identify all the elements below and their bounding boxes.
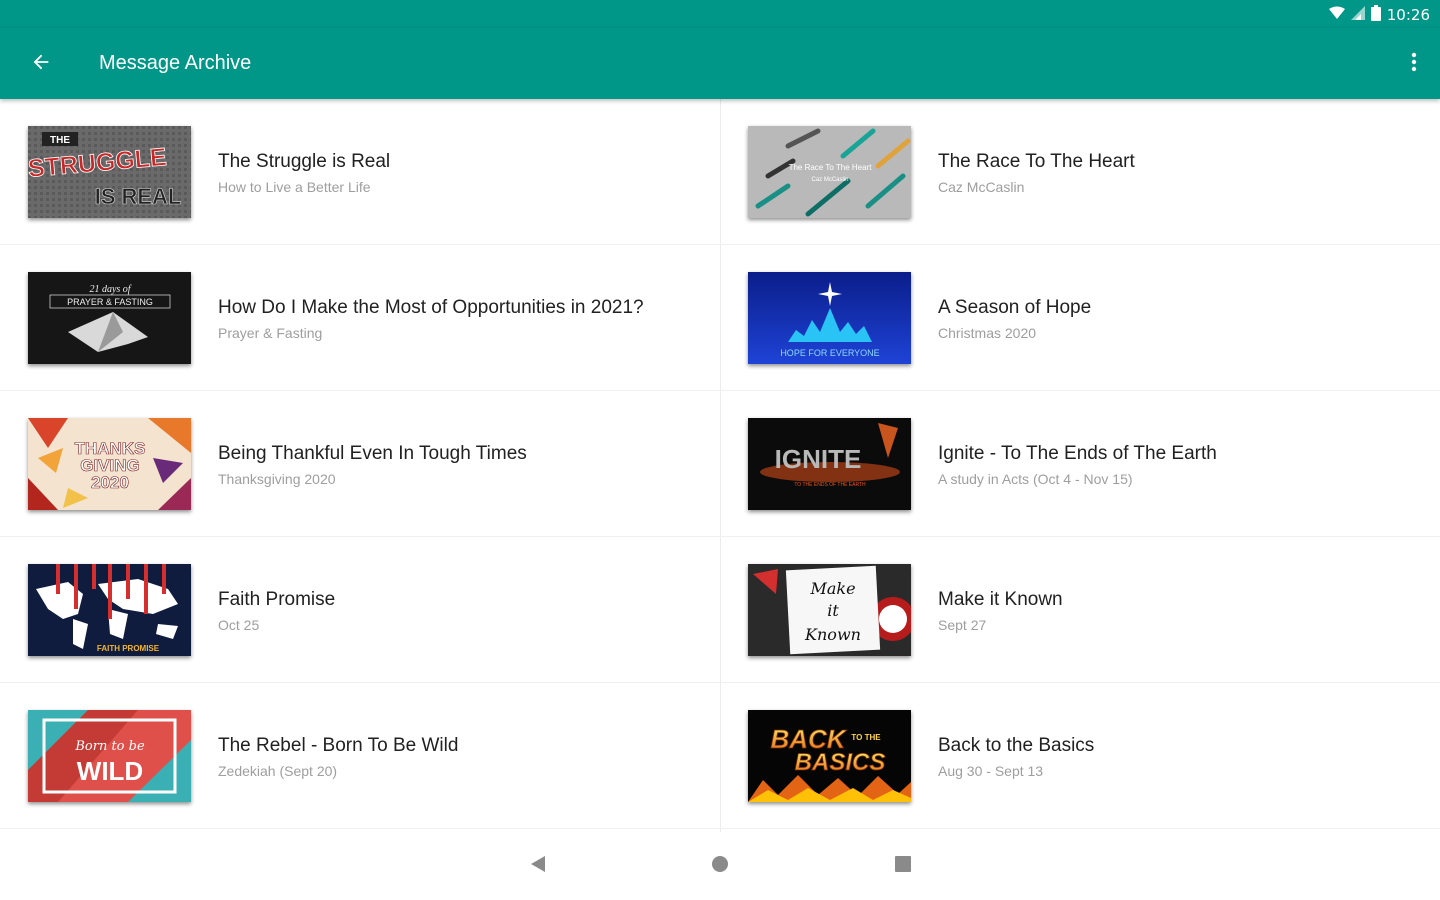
- wifi-icon: [1328, 6, 1345, 24]
- list-item[interactable]: FAITH PROMISE Faith Promise Oct 25: [0, 537, 720, 683]
- item-subtitle: Aug 30 - Sept 13: [938, 763, 1044, 779]
- list-item[interactable]: The Race To The Heart Caz McCaslin The R…: [720, 99, 1440, 245]
- series-thumbnail: BACK TO THE BASICS: [748, 710, 911, 802]
- series-thumbnail: THE STRUGGLE IS REAL: [28, 126, 191, 218]
- item-subtitle: How to Live a Better Life: [218, 179, 371, 195]
- item-subtitle: Christmas 2020: [938, 325, 1037, 341]
- series-thumbnail: 21 days of PRAYER & FASTING: [28, 272, 191, 364]
- thumb-text: 21 days of: [89, 284, 131, 295]
- list-item[interactable]: BACK TO THE BASICS Back to the Basics Au…: [720, 683, 1440, 829]
- item-title: Ignite - To The Ends of The Earth: [938, 443, 1217, 464]
- item-title: The Race To The Heart: [938, 151, 1135, 172]
- item-title: How Do I Make the Most of Opportunities …: [218, 297, 644, 318]
- series-thumbnail: THANKS GIVING 2020: [28, 418, 191, 510]
- thumb-text: TO THE: [851, 733, 881, 742]
- status-icons: 10:26: [1328, 5, 1430, 25]
- thumb-text: PRAYER & FASTING: [67, 297, 153, 307]
- status-time: 10:26: [1386, 6, 1430, 24]
- battery-icon: [1370, 5, 1381, 25]
- nav-recents-icon: [895, 855, 911, 877]
- item-title: The Struggle is Real: [218, 151, 391, 172]
- list-item[interactable]: THANKS GIVING 2020 Being Thankful Even I…: [0, 391, 720, 537]
- nav-home-button[interactable]: [708, 854, 732, 878]
- more-vert-icon: [1411, 52, 1417, 77]
- list-item[interactable]: Born to be WILD The Rebel - Born To Be W…: [0, 683, 720, 829]
- series-thumbnail: Born to be WILD: [28, 710, 191, 802]
- item-title: A Season of Hope: [938, 297, 1092, 318]
- thumb-text: 2020: [91, 473, 129, 492]
- thumb-text: Known: [804, 625, 861, 644]
- list-item[interactable]: THE STRUGGLE IS REAL The Struggle is Rea…: [0, 99, 720, 245]
- item-subtitle: Zedekiah (Sept 20): [218, 763, 338, 779]
- system-nav-bar: [0, 832, 1440, 900]
- list-item[interactable]: 21 days of PRAYER & FASTING How Do I Mak…: [0, 245, 720, 391]
- thumb-text: THE: [50, 135, 70, 146]
- item-title: Faith Promise: [218, 589, 336, 610]
- thumb-text: IGNITE: [775, 444, 862, 474]
- series-thumbnail: The Race To The Heart Caz McCaslin: [748, 126, 911, 218]
- app-bar: Message Archive: [0, 28, 1440, 99]
- item-subtitle: Caz McCaslin: [938, 179, 1025, 195]
- nav-home-icon: [711, 855, 729, 878]
- item-subtitle: Oct 25: [218, 617, 260, 633]
- thumb-text: FAITH PROMISE: [97, 644, 160, 653]
- list-item[interactable]: Make it Known Make it Known Sept 27: [720, 537, 1440, 683]
- item-subtitle: A study in Acts (Oct 4 - Nov 15): [938, 471, 1133, 487]
- item-subtitle: Thanksgiving 2020: [218, 471, 336, 487]
- list-item[interactable]: HOPE FOR EVERYONE A Season of Hope Chris…: [720, 245, 1440, 391]
- nav-back-icon: [530, 855, 546, 878]
- nav-recents-button[interactable]: [891, 854, 915, 878]
- row-divider: [720, 828, 1440, 829]
- status-bar: 10:26: [0, 0, 1440, 28]
- item-subtitle: Sept 27: [938, 617, 987, 633]
- thumb-text: IS REAL: [95, 184, 182, 209]
- thumb-text: Caz McCaslin: [811, 177, 848, 183]
- series-thumbnail: FAITH PROMISE: [28, 564, 191, 656]
- item-title: Make it Known: [938, 589, 1063, 610]
- thumb-text: HOPE FOR EVERYONE: [780, 348, 879, 358]
- row-divider: [0, 828, 720, 829]
- page-title: Message Archive: [99, 52, 252, 74]
- item-title: The Rebel - Born To Be Wild: [218, 735, 459, 756]
- series-thumbnail: HOPE FOR EVERYONE: [748, 272, 911, 364]
- nav-back-button[interactable]: [526, 854, 550, 878]
- item-subtitle: Prayer & Fasting: [218, 325, 323, 341]
- thumb-text: Born to be: [74, 739, 145, 754]
- cell-signal-icon: [1350, 6, 1365, 24]
- series-thumbnail: IGNITE TO THE ENDS OF THE EARTH: [748, 418, 911, 510]
- overflow-menu-button[interactable]: [1402, 45, 1426, 83]
- series-thumbnail: Make it Known: [748, 564, 911, 656]
- thumb-text: WILD: [77, 756, 143, 786]
- thumb-text: Make: [809, 579, 855, 598]
- thumb-text: TO THE ENDS OF THE EARTH: [794, 482, 866, 488]
- message-list: THE STRUGGLE IS REAL The Struggle is Rea…: [0, 99, 1440, 832]
- thumb-text: it: [827, 601, 839, 620]
- list-item[interactable]: IGNITE TO THE ENDS OF THE EARTH Ignite -…: [720, 391, 1440, 537]
- item-title: Back to the Basics: [938, 735, 1095, 756]
- back-button[interactable]: [22, 45, 60, 83]
- arrow-back-icon: [30, 51, 52, 78]
- item-title: Being Thankful Even In Tough Times: [218, 443, 527, 464]
- thumb-text: The Race To The Heart: [789, 163, 873, 172]
- thumb-text: BASICS: [795, 749, 886, 776]
